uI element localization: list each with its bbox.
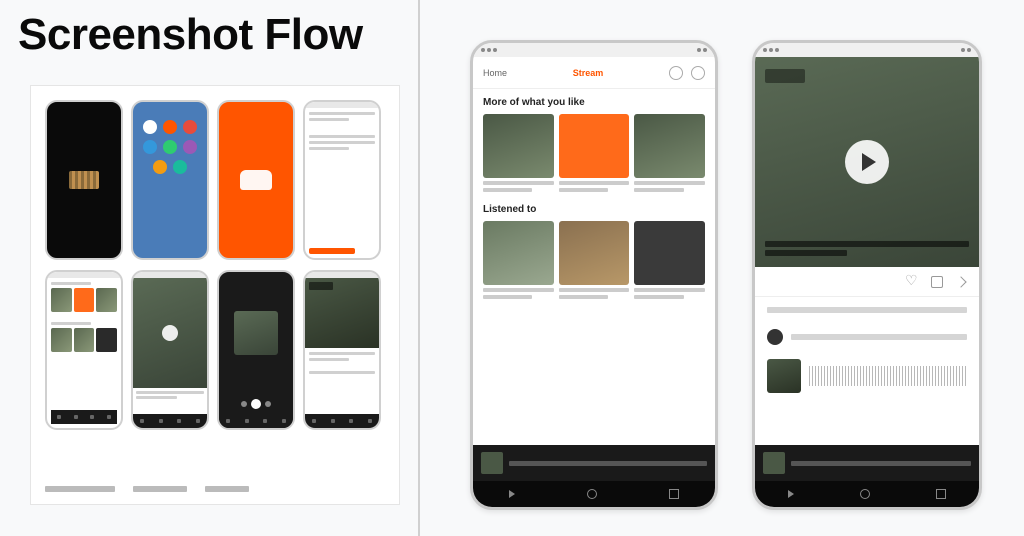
player-hero[interactable]	[755, 57, 979, 267]
home-icon[interactable]	[860, 489, 870, 499]
caption-row	[45, 486, 249, 492]
status-bar	[473, 43, 715, 57]
app-header: Home Stream	[473, 57, 715, 89]
now-playing-art-icon	[763, 452, 785, 474]
now-playing-art-icon	[481, 452, 503, 474]
caption-item	[45, 486, 115, 492]
track-art-icon	[767, 359, 801, 393]
page-title: Screenshot Flow	[18, 10, 363, 60]
flow-row-1	[45, 100, 385, 260]
action-bar	[755, 267, 979, 297]
phone-large-player	[752, 40, 982, 510]
detail-panel: Home Stream More of what you like Listen…	[470, 20, 1010, 530]
track-meta	[755, 297, 979, 323]
now-playing-bar[interactable]	[473, 445, 715, 481]
system-nav-bar	[755, 481, 979, 507]
back-icon[interactable]	[788, 490, 794, 498]
repost-icon[interactable]	[931, 276, 943, 288]
text-line	[309, 135, 375, 138]
text-line	[51, 282, 91, 285]
track-card[interactable]	[483, 114, 554, 192]
caption-item	[133, 486, 187, 492]
hero-subtitle	[765, 250, 847, 256]
play-button[interactable]	[845, 140, 889, 184]
primary-button	[309, 248, 355, 254]
waveform-icon	[809, 366, 967, 386]
flow-row-2	[45, 270, 385, 430]
back-icon[interactable]	[509, 490, 515, 498]
now-playing-bar[interactable]	[755, 445, 979, 481]
app-icon	[183, 140, 197, 154]
section-listened: Listened to	[473, 196, 715, 303]
hero-caption	[765, 241, 969, 259]
play-icon	[862, 153, 876, 171]
section-title: More of what you like	[483, 97, 705, 108]
app-icon-grid	[133, 102, 207, 192]
home-icon[interactable]	[587, 489, 597, 499]
phone-mock-homescreen	[131, 100, 209, 260]
header-tab-active[interactable]: Stream	[573, 68, 604, 78]
like-icon[interactable]	[905, 276, 917, 288]
section-title: Listened to	[483, 204, 705, 215]
app-icon	[143, 120, 157, 134]
text-line	[309, 112, 375, 115]
track-card[interactable]	[634, 221, 705, 299]
app-icon	[153, 160, 167, 174]
artist-name	[791, 334, 967, 340]
now-playing-title	[791, 461, 971, 466]
soundcloud-logo-icon	[240, 170, 272, 190]
phone-mock-player-hero	[131, 270, 209, 430]
track-card[interactable]	[559, 114, 630, 192]
cast-icon[interactable]	[669, 66, 683, 80]
track-card[interactable]	[634, 114, 705, 192]
album-art-icon	[69, 171, 99, 189]
header-title: Home	[483, 68, 507, 78]
app-icon	[143, 140, 157, 154]
track-row[interactable]	[755, 351, 979, 401]
artist-avatar-icon	[767, 329, 783, 345]
hero-title	[765, 241, 969, 247]
meta-line	[767, 307, 967, 313]
track-card[interactable]	[559, 221, 630, 299]
recents-icon[interactable]	[669, 489, 679, 499]
text-line	[51, 322, 91, 325]
flow-grid-panel	[30, 85, 400, 505]
share-icon[interactable]	[955, 276, 966, 287]
now-playing-title	[509, 461, 707, 466]
phone-mock-player-dark	[217, 270, 295, 430]
phone-mock-player-card	[303, 270, 381, 430]
phone-mock-lockscreen	[45, 100, 123, 260]
status-bar	[755, 43, 979, 57]
vertical-divider	[418, 0, 420, 536]
app-icon	[183, 120, 197, 134]
text-line	[309, 118, 349, 121]
text-line	[309, 147, 349, 150]
app-icon	[173, 160, 187, 174]
recents-icon[interactable]	[936, 489, 946, 499]
phone-mock-feed	[45, 270, 123, 430]
phone-mock-signin	[303, 100, 381, 260]
phone-large-feed: Home Stream More of what you like Listen…	[470, 40, 718, 510]
app-icon	[163, 120, 177, 134]
track-card[interactable]	[483, 221, 554, 299]
text-line	[309, 141, 375, 144]
section-more-like: More of what you like	[473, 89, 715, 196]
caption-item	[205, 486, 249, 492]
phone-mock-splash	[217, 100, 295, 260]
system-nav-bar	[473, 481, 715, 507]
profile-icon[interactable]	[691, 66, 705, 80]
artist-row[interactable]	[755, 323, 979, 351]
app-icon	[163, 140, 177, 154]
